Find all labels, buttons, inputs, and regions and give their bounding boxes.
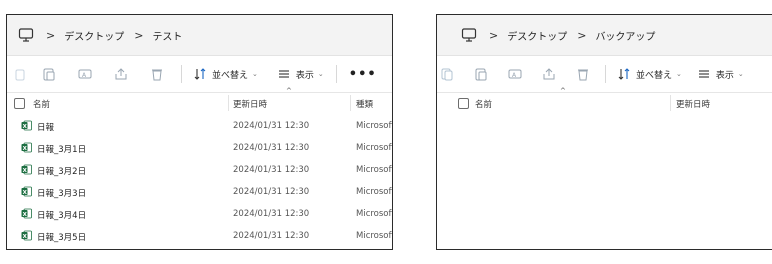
view-button[interactable]: 表示 ⌄	[696, 66, 744, 82]
chevron-down-icon: ⌄	[252, 70, 258, 78]
select-all-checkbox[interactable]	[458, 98, 469, 109]
file-modified: 2024/01/31 12:30	[233, 165, 310, 175]
chevron-down-icon: ⌄	[737, 70, 744, 78]
column-type[interactable]: 種類	[356, 98, 373, 110]
file-type: Microsoft	[356, 121, 392, 131]
file-name: 日報_3月4日	[37, 211, 87, 221]
sort-icon	[616, 66, 632, 82]
file-name: 日報	[37, 123, 55, 133]
svg-text:X: X	[23, 124, 28, 130]
command-bar: A 並べ替え ⌄ 表示 ⌄	[437, 56, 772, 93]
excel-file-icon: X	[21, 120, 32, 131]
column-header-row: 名前 ^ 更新日時 種類	[7, 87, 392, 113]
svg-text:X: X	[23, 146, 28, 152]
sort-label: 並べ替え	[636, 70, 673, 81]
chevron-down-icon: ⌄	[317, 70, 324, 78]
file-name: 日報_3月5日	[37, 233, 87, 243]
column-modified[interactable]: 更新日時	[676, 98, 710, 110]
column-name[interactable]: 名前	[475, 98, 492, 110]
file-row[interactable]: X 日報_3月2日 2024/01/31 12:30 Microsoft	[7, 160, 392, 181]
breadcrumb-item-desktop[interactable]: デスクトップ	[64, 28, 124, 43]
file-modified: 2024/01/31 12:30	[233, 231, 310, 241]
excel-file-icon: X	[21, 230, 32, 241]
svg-text:X: X	[23, 168, 28, 174]
view-button[interactable]: 表示 ⌄	[276, 66, 324, 82]
rename-icon[interactable]: A	[507, 66, 523, 82]
sort-label: 並べ替え	[212, 70, 249, 81]
view-icon	[276, 66, 292, 82]
excel-file-icon: X	[21, 164, 32, 175]
column-divider[interactable]	[670, 95, 671, 111]
file-type: Microsoft	[356, 187, 392, 197]
more-options-button[interactable]: •••	[349, 67, 377, 82]
address-bar[interactable]: > デスクトップ > バックアップ	[437, 15, 772, 56]
view-label: 表示	[295, 70, 314, 81]
file-type: Microsoft	[356, 231, 392, 241]
column-name[interactable]: 名前	[33, 98, 50, 110]
command-bar: A 並べ替え ⌄ 表示 ⌄ •••	[7, 56, 392, 93]
this-pc-icon[interactable]	[18, 27, 34, 43]
file-row[interactable]: X 日報 2024/01/31 12:30 Microsoft	[7, 116, 392, 137]
copy-icon[interactable]	[11, 66, 27, 82]
svg-text:X: X	[23, 190, 28, 196]
select-all-checkbox[interactable]	[14, 98, 25, 109]
column-modified[interactable]: 更新日時	[233, 98, 267, 110]
address-bar[interactable]: > デスクトップ > テスト	[7, 15, 392, 56]
file-type: Microsoft	[356, 143, 392, 153]
file-row[interactable]: X 日報_3月3日 2024/01/31 12:30 Microsoft	[7, 182, 392, 203]
chevron-down-icon: ⌄	[676, 70, 682, 78]
sort-ascending-icon: ^	[560, 87, 566, 95]
copy-icon[interactable]	[439, 66, 455, 82]
svg-text:X: X	[23, 234, 28, 240]
svg-text:X: X	[23, 212, 28, 218]
view-label: 表示	[715, 70, 734, 81]
excel-file-icon: X	[21, 186, 32, 197]
file-name: 日報_3月3日	[37, 189, 87, 199]
view-icon	[696, 66, 712, 82]
paste-icon[interactable]	[473, 66, 489, 82]
toolbar-divider	[605, 65, 606, 83]
toolbar-divider	[181, 65, 182, 83]
share-icon[interactable]	[113, 66, 129, 82]
breadcrumb-separator: >	[134, 28, 144, 42]
file-modified: 2024/01/31 12:30	[233, 143, 310, 153]
column-header-row: 名前 ^ 更新日時	[437, 87, 772, 113]
explorer-window-test: > デスクトップ > テスト A 並べ替え ⌄ 表示 ⌄ ••• 名前 ^ 更新…	[6, 14, 393, 250]
this-pc-icon[interactable]	[461, 27, 477, 43]
breadcrumb-item-backup[interactable]: バックアップ	[595, 28, 655, 43]
sort-button[interactable]: 並べ替え ⌄	[192, 66, 258, 82]
file-modified: 2024/01/31 12:30	[233, 209, 310, 219]
excel-file-icon: X	[21, 142, 32, 153]
rename-icon[interactable]: A	[77, 66, 93, 82]
breadcrumb-item-desktop[interactable]: デスクトップ	[507, 28, 567, 43]
breadcrumb-item-test[interactable]: テスト	[152, 28, 182, 43]
file-type: Microsoft	[356, 209, 392, 219]
delete-icon[interactable]	[575, 66, 591, 82]
paste-icon[interactable]	[41, 66, 57, 82]
file-row[interactable]: X 日報_3月4日 2024/01/31 12:30 Microsoft	[7, 204, 392, 225]
column-divider[interactable]	[228, 95, 229, 111]
breadcrumb-separator: >	[46, 28, 56, 42]
share-icon[interactable]	[541, 66, 557, 82]
file-type: Microsoft	[356, 165, 392, 175]
file-row[interactable]: X 日報_3月5日 2024/01/31 12:30 Microsoft	[7, 226, 392, 247]
delete-icon[interactable]	[149, 66, 165, 82]
breadcrumb-separator: >	[489, 28, 499, 42]
file-row[interactable]: X 日報_3月1日 2024/01/31 12:30 Microsoft	[7, 138, 392, 159]
excel-file-icon: X	[21, 208, 32, 219]
sort-icon	[192, 66, 208, 82]
explorer-window-backup: > デスクトップ > バックアップ A 並べ替え ⌄ 表示 ⌄ 名前 ^ 更新日…	[436, 14, 772, 250]
toolbar-divider	[335, 65, 337, 83]
file-modified: 2024/01/31 12:30	[233, 121, 310, 131]
sort-button[interactable]: 並べ替え ⌄	[616, 66, 682, 82]
file-modified: 2024/01/31 12:30	[233, 187, 310, 197]
file-name: 日報_3月1日	[37, 145, 87, 155]
column-divider[interactable]	[350, 95, 351, 111]
breadcrumb-separator: >	[577, 28, 587, 42]
sort-ascending-icon: ^	[286, 87, 292, 95]
file-name: 日報_3月2日	[37, 167, 87, 177]
